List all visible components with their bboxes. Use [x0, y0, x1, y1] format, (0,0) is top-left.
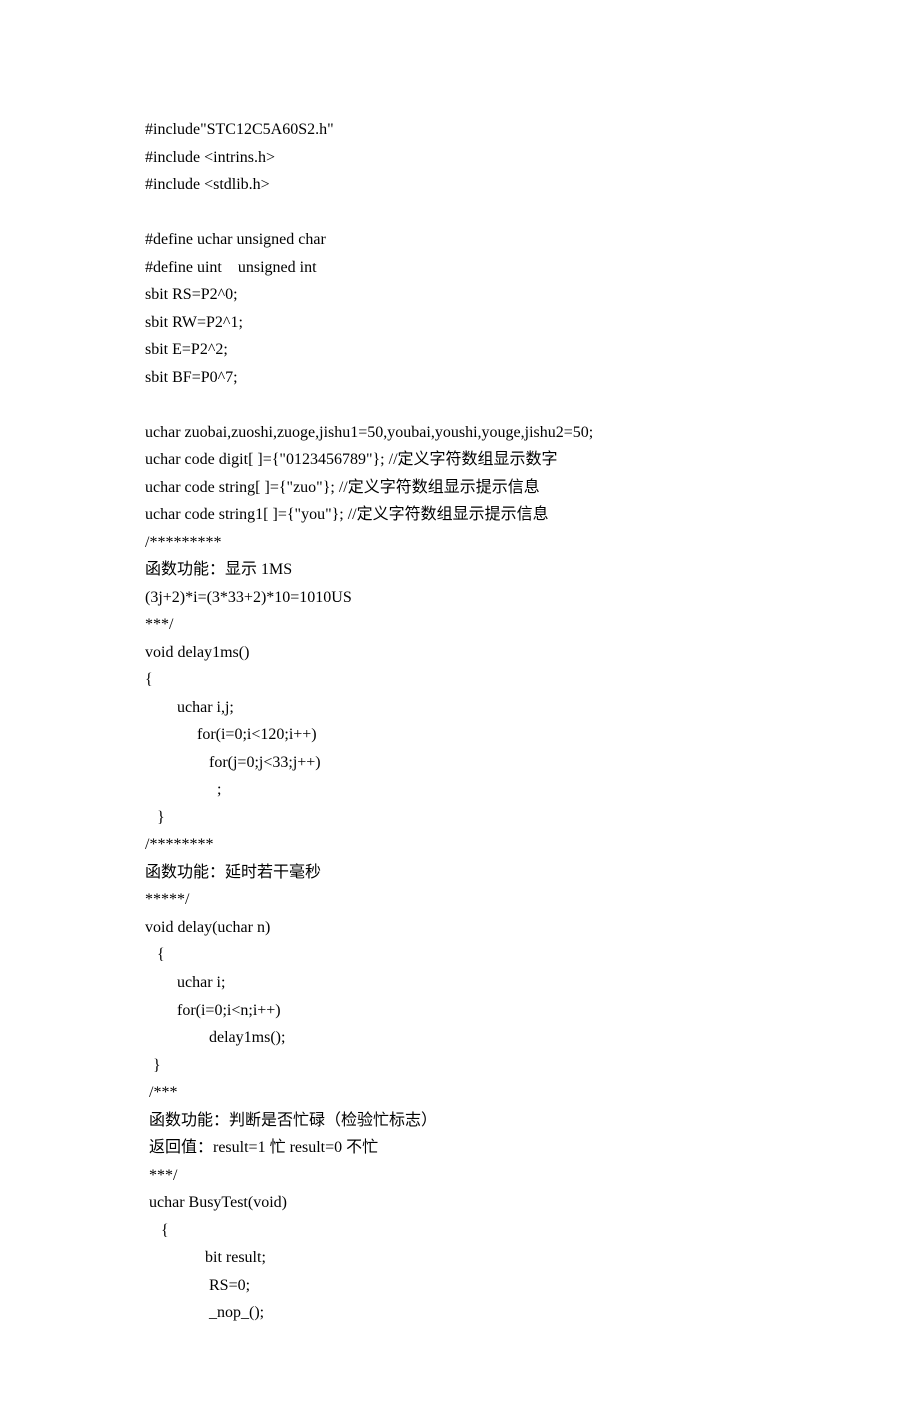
code-line: sbit RS=P2^0; [145, 286, 238, 303]
code-line: uchar zuobai,zuoshi,zuoge,jishu1=50,youb… [145, 424, 593, 441]
code-line: 函数功能：显示 1MS [145, 561, 292, 578]
code-line: 函数功能：延时若干毫秒 [145, 864, 321, 881]
code-line: void delay1ms() [145, 644, 249, 661]
code-line: *****/ [145, 891, 189, 908]
code-line: uchar i,j; [145, 699, 234, 716]
code-line: { [145, 671, 153, 688]
code-line: } [145, 809, 165, 826]
code-line: ***/ [145, 616, 173, 633]
code-line: delay1ms(); [145, 1029, 285, 1046]
code-line: } [145, 1057, 161, 1074]
code-line: void delay(uchar n) [145, 919, 270, 936]
code-line: /*** [145, 1084, 177, 1101]
code-line: 函数功能：判断是否忙碌（检验忙标志） [145, 1112, 437, 1129]
document-page: #include"STC12C5A60S2.h" #include <intri… [0, 0, 920, 1407]
code-line: { [145, 946, 165, 963]
code-line: for(j=0;j<33;j++) [145, 754, 321, 771]
code-line: uchar BusyTest(void) [145, 1194, 287, 1211]
code-line: sbit RW=P2^1; [145, 314, 243, 331]
code-line: /********* [145, 534, 221, 551]
code-line: #include <intrins.h> [145, 149, 275, 166]
code-line: #include <stdlib.h> [145, 176, 270, 193]
code-line: (3j+2)*i=(3*33+2)*10=1010US [145, 589, 352, 606]
code-line: uchar code string[ ]={"zuo"}; //定义字符数组显示… [145, 479, 540, 496]
code-line: 返回值：result=1 忙 result=0 不忙 [145, 1139, 378, 1156]
code-line: #include"STC12C5A60S2.h" [145, 121, 334, 138]
code-line: #define uchar unsigned char [145, 231, 326, 248]
code-line: { [145, 1222, 169, 1239]
code-line: uchar i; [145, 974, 225, 991]
code-line: ***/ [145, 1167, 177, 1184]
code-line: uchar code string1[ ]={"you"}; //定义字符数组显… [145, 506, 549, 523]
code-line: RS=0; [145, 1277, 250, 1294]
code-line: sbit BF=P0^7; [145, 369, 238, 386]
code-line: #define uint unsigned int [145, 259, 317, 276]
code-line: /******** [145, 836, 213, 853]
code-line: _nop_(); [145, 1304, 264, 1321]
code-line: uchar code digit[ ]={"0123456789"}; //定义… [145, 451, 558, 468]
code-line: for(i=0;i<120;i++) [145, 726, 317, 743]
code-line: for(i=0;i<n;i++) [145, 1002, 281, 1019]
code-line: ; [145, 781, 221, 798]
code-line: bit result; [145, 1249, 266, 1266]
code-line: sbit E=P2^2; [145, 341, 228, 358]
